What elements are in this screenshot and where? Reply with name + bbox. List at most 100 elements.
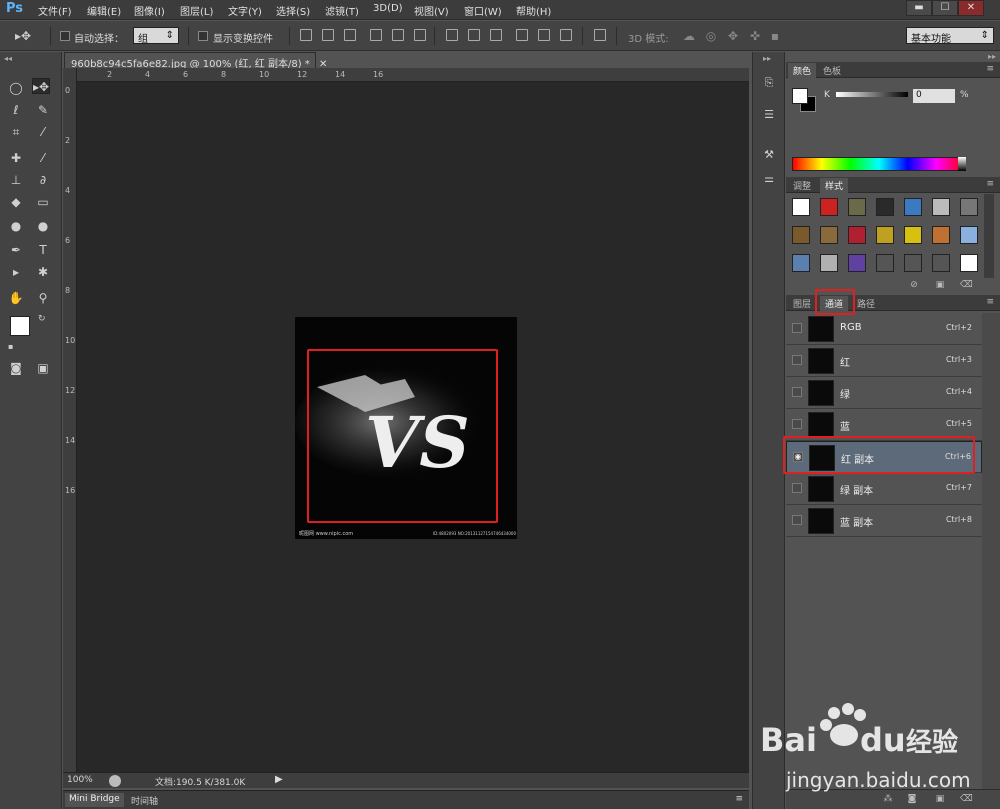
visibility-eye-icon[interactable] (792, 355, 802, 365)
channel-row[interactable]: 蓝 副本 Ctrl+8 (786, 505, 982, 537)
3d-scale-icon[interactable]: ▪ (766, 28, 784, 44)
tab-adjustments[interactable]: 调整 (788, 178, 816, 193)
tab-color[interactable]: 颜色 (788, 63, 817, 78)
menu-item[interactable]: 选择(S) (276, 3, 310, 18)
style-swatch[interactable] (876, 198, 894, 216)
healing-brush-tool-icon[interactable]: ✚ (7, 150, 25, 166)
quick-mask-icon[interactable]: ◙ (7, 360, 25, 376)
style-swatch[interactable] (848, 254, 866, 272)
history-brush-tool-icon[interactable]: ∂ (34, 172, 52, 188)
menu-item[interactable]: 视图(V) (414, 3, 449, 18)
color-spectrum-bar[interactable] (792, 157, 966, 171)
channel-row[interactable]: 绿 副本 Ctrl+7 (786, 473, 982, 505)
lasso-tool-icon[interactable]: ℓ (7, 102, 25, 118)
auto-align-icon[interactable] (594, 29, 606, 41)
distribute-bottom-icon[interactable] (490, 29, 502, 41)
dodge-tool-icon[interactable]: ● (34, 218, 52, 234)
style-swatch[interactable] (904, 226, 922, 244)
menu-item[interactable]: 编辑(E) (87, 3, 121, 18)
save-selection-icon[interactable]: ◙ (906, 794, 918, 804)
channel-row[interactable]: RGB Ctrl+2 (786, 313, 982, 345)
collapse-arrows-icon[interactable]: ▸▸ (763, 54, 771, 63)
shape-tool-icon[interactable]: ✱ (34, 264, 52, 280)
auto-select-checkbox[interactable] (60, 31, 70, 41)
maximize-button[interactable]: ☐ (932, 0, 958, 16)
style-swatch[interactable] (820, 226, 838, 244)
move-tool-preset-icon[interactable]: ▸✥ (14, 28, 32, 44)
style-swatch[interactable] (848, 198, 866, 216)
style-swatch[interactable] (792, 254, 810, 272)
distribute-vcenter-icon[interactable] (468, 29, 480, 41)
visibility-eye-icon[interactable] (792, 387, 802, 397)
style-swatch[interactable] (960, 254, 978, 272)
hand-tool-icon[interactable]: ✋ (7, 290, 25, 306)
channel-row[interactable]: 红 Ctrl+3 (786, 345, 982, 377)
spectrum-bw-ramp[interactable] (958, 157, 966, 171)
default-colors-icon[interactable]: ▪ (8, 342, 13, 351)
status-icon[interactable] (109, 775, 121, 787)
brush-tool-icon[interactable]: ⁄ (34, 150, 52, 166)
document-tab[interactable]: 960b8c94c5fa6e82.jpg @ 100% (红, 红 副本/8) … (64, 52, 327, 70)
distribute-hcenter-icon[interactable] (538, 29, 550, 41)
style-swatch[interactable] (932, 198, 950, 216)
menu-item[interactable]: 帮助(H) (516, 3, 551, 18)
3d-pan-icon[interactable]: ✥ (724, 28, 742, 44)
style-swatch[interactable] (960, 198, 978, 216)
tab-styles[interactable]: 样式 (820, 178, 849, 193)
clear-style-icon[interactable]: ⊘ (908, 280, 920, 290)
new-channel-icon[interactable]: ▣ (934, 794, 946, 804)
color-foreground-swatch[interactable] (792, 88, 808, 104)
brush-panel-icon[interactable]: ⚒ (760, 146, 778, 164)
screen-mode-icon[interactable]: ▣ (34, 360, 52, 376)
style-swatch[interactable] (820, 254, 838, 272)
visibility-eye-icon[interactable] (792, 419, 802, 429)
distribute-right-icon[interactable] (560, 29, 572, 41)
style-swatch[interactable] (904, 254, 922, 272)
visibility-eye-icon[interactable] (792, 323, 802, 333)
new-style-icon[interactable]: ▣ (934, 280, 946, 290)
style-swatch[interactable] (960, 226, 978, 244)
minimize-button[interactable]: ▬ (906, 0, 932, 16)
panel-menu-icon[interactable]: ≡ (986, 179, 994, 189)
tab-layers[interactable]: 图层 (788, 296, 816, 311)
align-top-icon[interactable] (300, 29, 312, 41)
align-left-icon[interactable] (370, 29, 382, 41)
align-right-icon[interactable] (414, 29, 426, 41)
delete-channel-icon[interactable]: ⌫ (960, 794, 973, 804)
menu-item[interactable]: 文件(F) (38, 3, 72, 18)
auto-select-dropdown[interactable]: 组 ⇕ (133, 27, 179, 45)
style-swatch[interactable] (932, 226, 950, 244)
menu-item[interactable]: 图层(L) (180, 3, 213, 18)
menu-item[interactable]: 图像(I) (134, 3, 165, 18)
pen-tool-icon[interactable]: ✒ (7, 242, 25, 258)
panel-menu-icon[interactable]: ≡ (986, 297, 994, 307)
3d-slide-icon[interactable]: ✜ (746, 28, 764, 44)
eyedropper-tool-icon[interactable]: ⁄ (34, 124, 52, 140)
channel-row[interactable]: 绿 Ctrl+4 (786, 377, 982, 409)
collapse-arrows-icon[interactable]: ▸▸ (988, 52, 996, 61)
zoom-tool-icon[interactable]: ⚲ (34, 290, 52, 306)
load-selection-icon[interactable]: ⁂ (882, 794, 894, 804)
3d-roll-icon[interactable]: ◎ (702, 28, 720, 44)
align-hcenter-icon[interactable] (392, 29, 404, 41)
foreground-color-swatch[interactable] (10, 316, 30, 336)
style-swatch[interactable] (820, 198, 838, 216)
k-value-field[interactable]: 0 (913, 89, 955, 103)
style-swatch[interactable] (876, 254, 894, 272)
style-swatch[interactable] (876, 226, 894, 244)
marquee-tool-icon[interactable]: ◯ (7, 80, 25, 96)
menu-item[interactable]: 滤镜(T) (325, 3, 359, 18)
tab-paths[interactable]: 路径 (852, 296, 880, 311)
swap-colors-icon[interactable]: ↻ (38, 314, 46, 324)
style-swatch[interactable] (848, 226, 866, 244)
tab-mini-bridge[interactable]: Mini Bridge (65, 793, 124, 807)
type-tool-icon[interactable]: T (34, 242, 52, 258)
align-vcenter-icon[interactable] (322, 29, 334, 41)
tab-swatches[interactable]: 色板 (818, 63, 846, 78)
status-menu-arrow-icon[interactable]: ▶ (275, 774, 283, 785)
eraser-tool-icon[interactable]: ◆ (7, 194, 25, 210)
k-slider[interactable] (836, 92, 908, 97)
history-panel-icon[interactable]: ⎘ (760, 74, 778, 92)
workspace-dropdown[interactable]: 基本功能 ⇕ (906, 27, 994, 45)
3d-rotate-icon[interactable]: ☁ (680, 28, 698, 44)
